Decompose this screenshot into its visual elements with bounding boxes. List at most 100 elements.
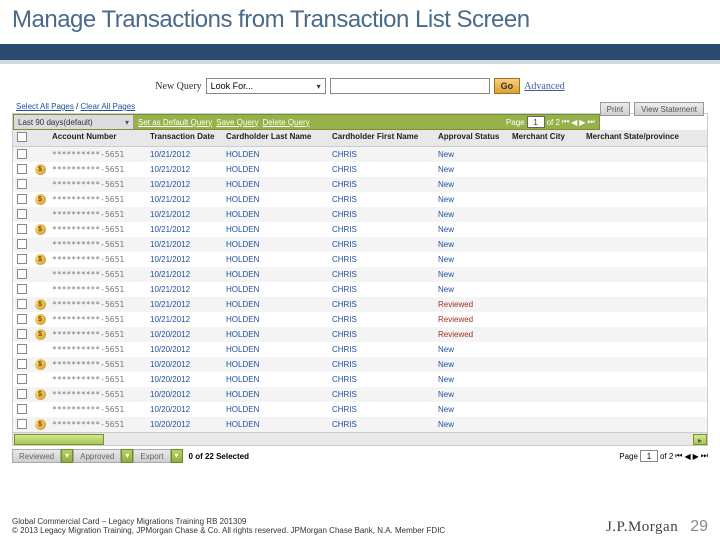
table-row[interactable]: $**********-565110/21/2012HOLDENCHRISRev…: [13, 312, 707, 327]
query-toolbar: Last 90 days(default) Set as Default Que…: [13, 114, 600, 130]
account-cell: **********-5651: [52, 225, 124, 234]
next-page-icon[interactable]: ▶: [579, 118, 585, 127]
row-checkbox[interactable]: [17, 149, 27, 159]
row-checkbox[interactable]: [17, 284, 27, 294]
page-box[interactable]: 1: [527, 116, 545, 128]
col-lastname[interactable]: Cardholder Last Name: [223, 130, 329, 146]
table-row[interactable]: **********-565110/21/2012HOLDENCHRISNew: [13, 147, 707, 162]
table-row[interactable]: $**********-565110/21/2012HOLDENCHRISNew: [13, 252, 707, 267]
next-page-icon[interactable]: ▶: [693, 452, 699, 461]
set-default-query-link[interactable]: Set as Default Query: [138, 118, 212, 127]
col-status[interactable]: Approval Status: [435, 130, 509, 146]
approved-arrow-icon[interactable]: ▾: [121, 449, 133, 463]
col-account[interactable]: Account Number: [49, 130, 147, 146]
save-query-link[interactable]: Save Query: [216, 118, 258, 127]
horizontal-scrollbar[interactable]: ▸: [13, 432, 707, 445]
row-checkbox[interactable]: [17, 209, 27, 219]
page-label: Page: [506, 118, 525, 127]
go-button[interactable]: Go: [494, 78, 521, 94]
table-row[interactable]: **********-565110/21/2012HOLDENCHRISNew: [13, 267, 707, 282]
scroll-thumb[interactable]: [14, 434, 104, 445]
table-row[interactable]: $**********-565110/21/2012HOLDENCHRISNew: [13, 222, 707, 237]
row-checkbox[interactable]: [17, 194, 27, 204]
row-checkbox[interactable]: [17, 404, 27, 414]
select-all-pages-link[interactable]: Select All Pages: [16, 102, 74, 111]
slide-number: 29: [690, 518, 708, 536]
col-firstname[interactable]: Cardholder First Name: [329, 130, 435, 146]
coin-icon: $: [35, 299, 46, 310]
account-cell: **********-5651: [52, 285, 124, 294]
merchcity-cell: [509, 378, 583, 382]
print-button[interactable]: Print: [600, 102, 630, 116]
firstname-cell: CHRIS: [329, 403, 435, 416]
row-checkbox[interactable]: [17, 164, 27, 174]
export-arrow-icon[interactable]: ▾: [171, 449, 183, 463]
firstname-cell: CHRIS: [329, 328, 435, 341]
row-checkbox[interactable]: [17, 389, 27, 399]
table-row[interactable]: $**********-565110/21/2012HOLDENCHRISNew: [13, 162, 707, 177]
row-checkbox[interactable]: [17, 239, 27, 249]
table-row[interactable]: **********-565110/20/2012HOLDENCHRISNew: [13, 342, 707, 357]
row-checkbox[interactable]: [17, 344, 27, 354]
table-row[interactable]: $**********-565110/21/2012HOLDENCHRISRev…: [13, 297, 707, 312]
coin-icon: $: [35, 194, 46, 205]
row-checkbox[interactable]: [17, 374, 27, 384]
table-row[interactable]: **********-565110/21/2012HOLDENCHRISNew: [13, 282, 707, 297]
table-row[interactable]: **********-565110/21/2012HOLDENCHRISNew: [13, 207, 707, 222]
last-page-icon[interactable]: ⏭: [701, 451, 708, 461]
prev-page-icon[interactable]: ◀: [684, 452, 690, 461]
row-checkbox[interactable]: [17, 179, 27, 189]
last-page-icon[interactable]: ⏭: [587, 117, 594, 127]
merchstate-cell: [583, 183, 683, 187]
table-row[interactable]: $**********-565110/20/2012HOLDENCHRISNew: [13, 357, 707, 372]
col-date[interactable]: Transaction Date: [147, 130, 223, 146]
row-checkbox[interactable]: [17, 419, 27, 429]
first-page-icon[interactable]: ⏮: [675, 451, 682, 461]
of-text: of 2: [547, 118, 560, 127]
table-row[interactable]: **********-565110/20/2012HOLDENCHRISNew: [13, 372, 707, 387]
account-cell: **********-5651: [52, 210, 124, 219]
table-row[interactable]: **********-565110/21/2012HOLDENCHRISNew: [13, 177, 707, 192]
date-range-text: Last 90 days(default): [18, 118, 93, 127]
first-page-icon[interactable]: ⏮: [562, 117, 569, 127]
table-header-row: Account Number Transaction Date Cardhold…: [13, 130, 707, 147]
delete-query-link[interactable]: Delete Query: [263, 118, 310, 127]
export-button[interactable]: Export: [133, 449, 170, 463]
look-for-dropdown[interactable]: Look For...: [206, 78, 326, 94]
merchcity-cell: [509, 333, 583, 337]
table-row[interactable]: **********-565110/21/2012HOLDENCHRISNew: [13, 237, 707, 252]
row-checkbox[interactable]: [17, 299, 27, 309]
view-statement-button[interactable]: View Statement: [634, 102, 704, 116]
clear-all-pages-link[interactable]: Clear All Pages: [81, 102, 136, 111]
date-range-dropdown[interactable]: Last 90 days(default): [14, 115, 134, 129]
table-row[interactable]: $**********-565110/20/2012HOLDENCHRISRev…: [13, 327, 707, 342]
scroll-right-arrow[interactable]: ▸: [693, 434, 707, 445]
status-cell: New: [435, 193, 509, 206]
reviewed-arrow-icon[interactable]: ▾: [61, 449, 73, 463]
select-all-checkbox[interactable]: [17, 132, 27, 142]
account-cell: **********-5651: [52, 240, 124, 249]
status-cell: Reviewed: [435, 298, 509, 311]
prev-page-icon[interactable]: ◀: [571, 118, 577, 127]
row-checkbox[interactable]: [17, 224, 27, 234]
merchcity-cell: [509, 318, 583, 322]
row-checkbox[interactable]: [17, 329, 27, 339]
advanced-link[interactable]: Advanced: [524, 81, 565, 92]
status-cell: New: [435, 148, 509, 161]
date-cell: 10/20/2012: [147, 388, 223, 401]
approved-button[interactable]: Approved: [73, 449, 121, 463]
table-row[interactable]: $**********-565110/20/2012HOLDENCHRISNew: [13, 387, 707, 402]
col-merchstate[interactable]: Merchant State/province: [583, 130, 683, 146]
col-merchcity[interactable]: Merchant City: [509, 130, 583, 146]
row-checkbox[interactable]: [17, 314, 27, 324]
row-checkbox[interactable]: [17, 269, 27, 279]
firstname-cell: CHRIS: [329, 418, 435, 431]
table-row[interactable]: **********-565110/20/2012HOLDENCHRISNew: [13, 402, 707, 417]
page-box[interactable]: 1: [640, 450, 658, 462]
reviewed-button[interactable]: Reviewed: [12, 449, 61, 463]
query-input[interactable]: [330, 78, 490, 94]
table-row[interactable]: $**********-565110/21/2012HOLDENCHRISNew: [13, 192, 707, 207]
row-checkbox[interactable]: [17, 359, 27, 369]
table-row[interactable]: $**********-565110/20/2012HOLDENCHRISNew: [13, 417, 707, 432]
row-checkbox[interactable]: [17, 254, 27, 264]
